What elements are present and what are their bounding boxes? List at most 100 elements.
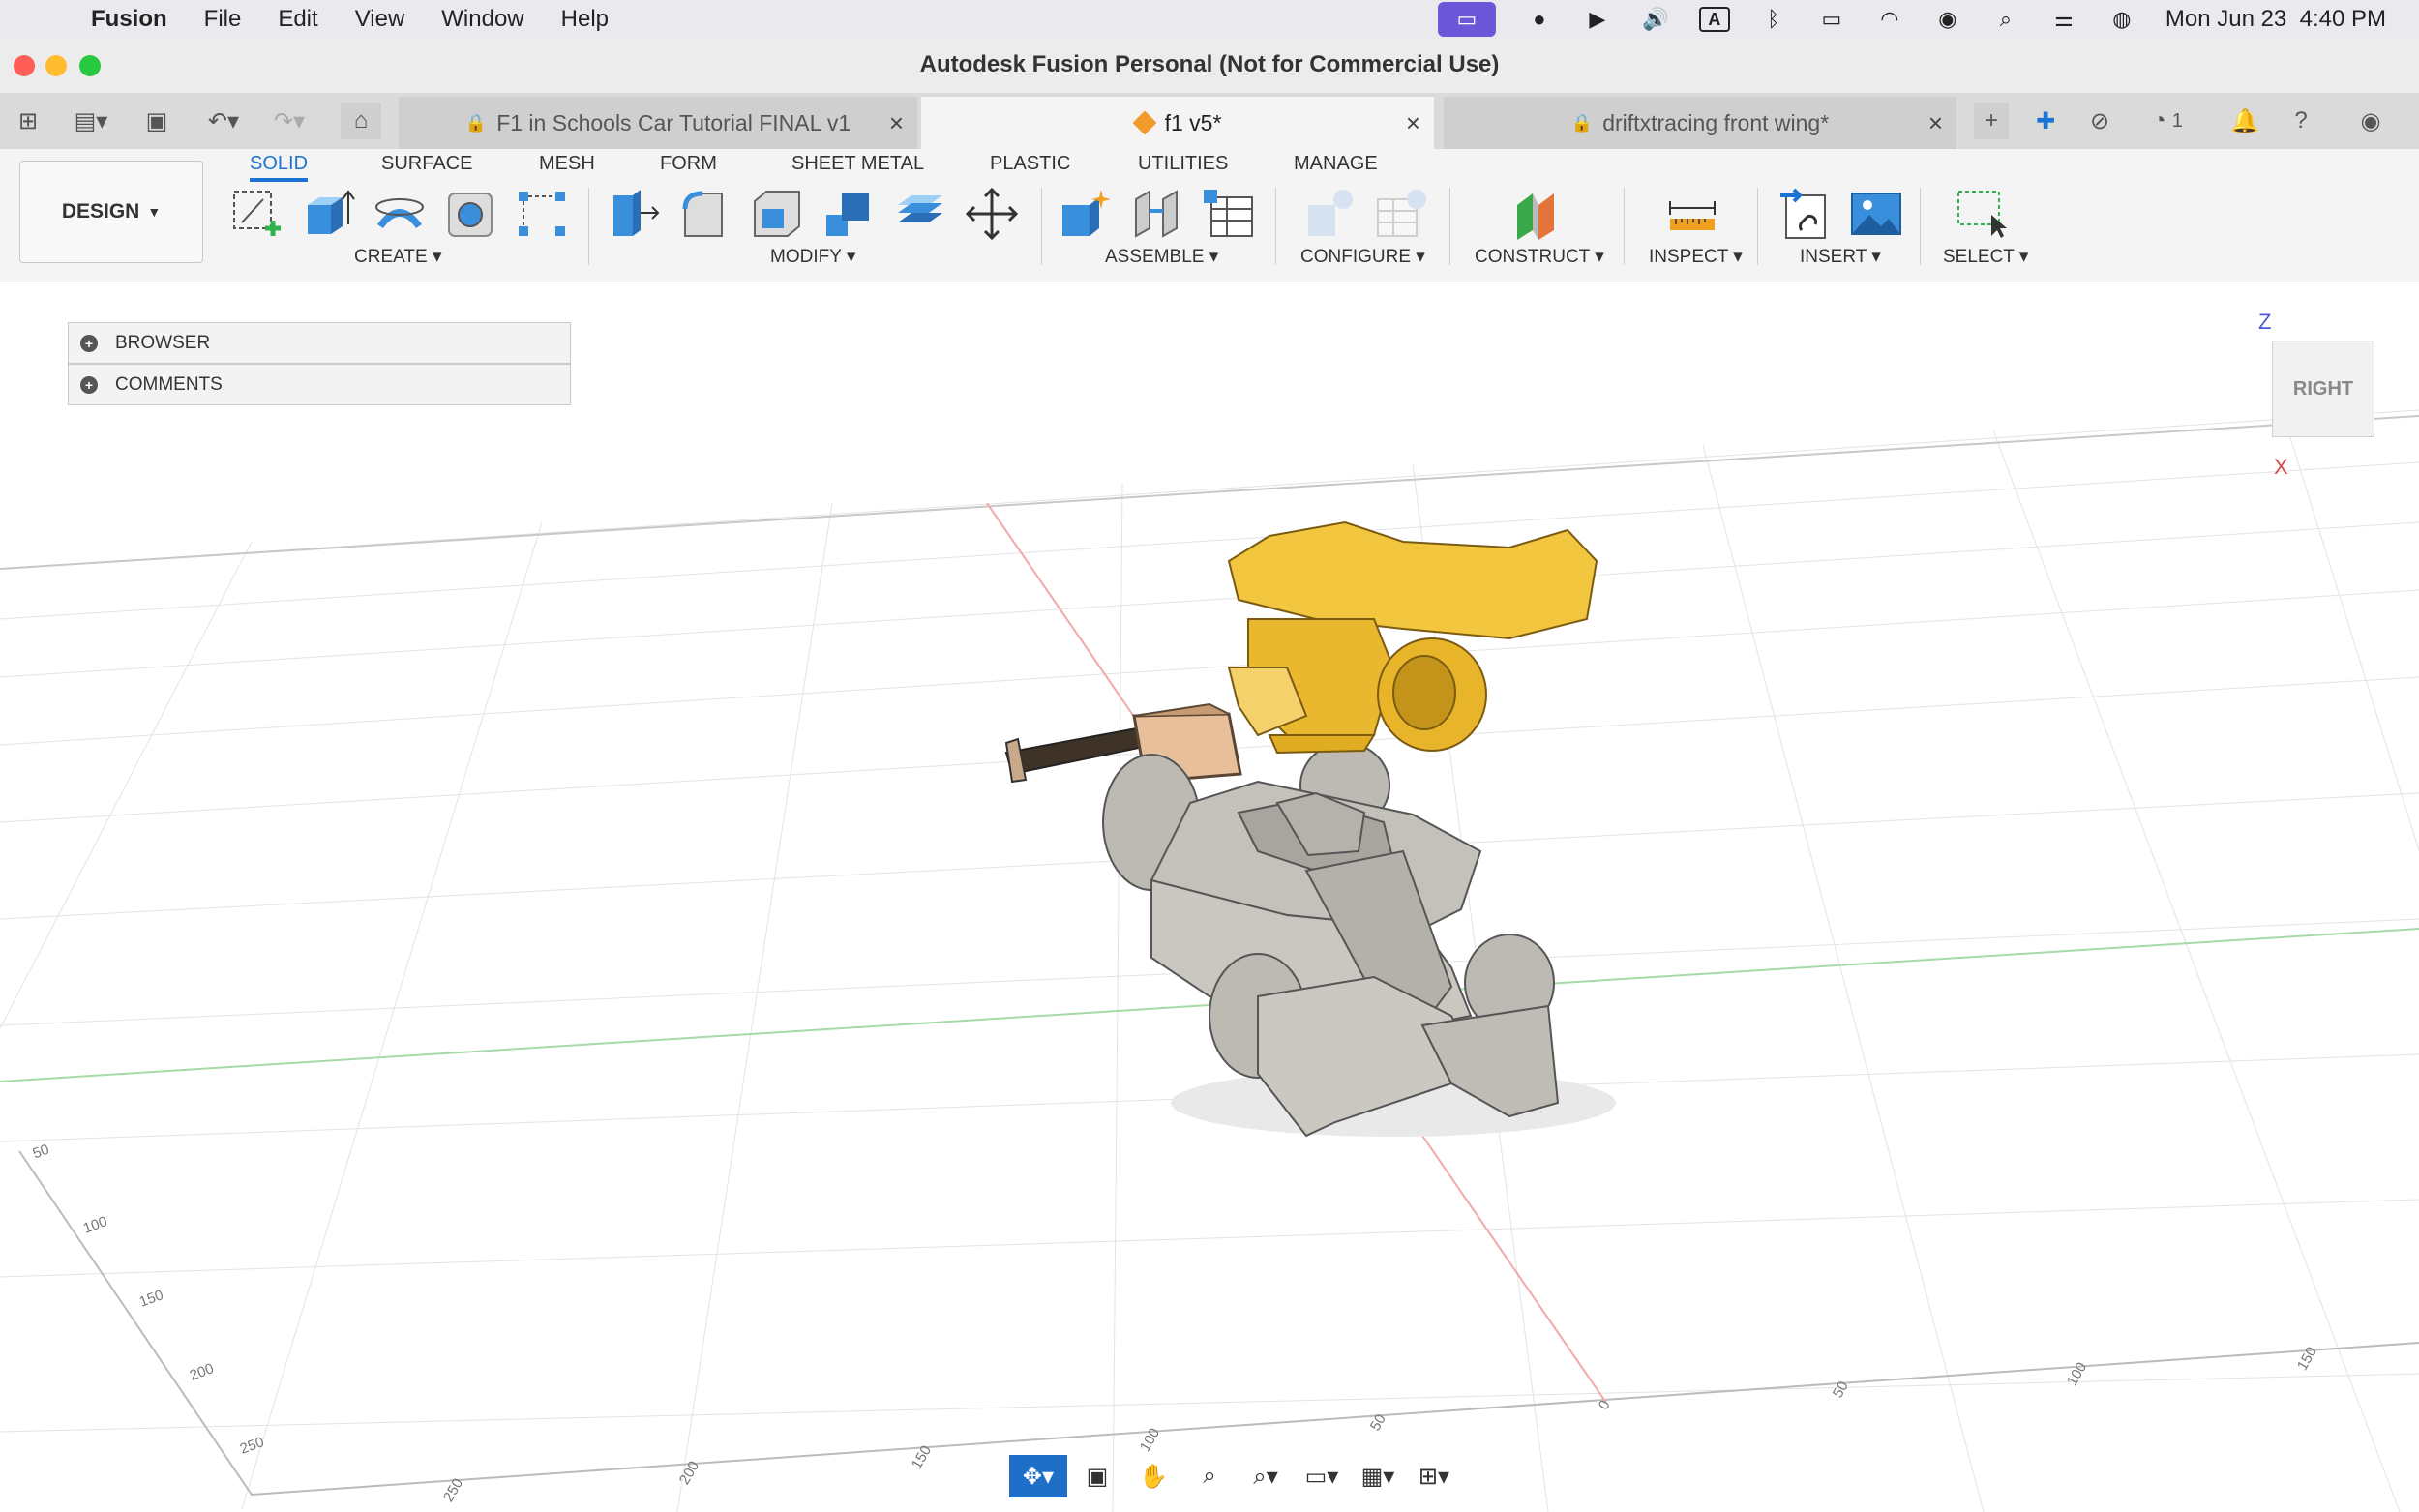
menu-view[interactable]: View [355,6,405,33]
browser-label: BROWSER [115,332,211,353]
configuration-table-icon[interactable] [1372,186,1428,242]
lock-icon: 🔒 [464,112,488,133]
joint-icon[interactable] [1128,186,1184,242]
profile-avatar[interactable]: ◉ [2349,103,2392,139]
orbit-icon[interactable]: ✥▾ [1009,1455,1067,1497]
extrude-icon[interactable] [300,186,356,242]
zoom-icon[interactable]: ⌕ [1183,1455,1236,1497]
construct-menu[interactable]: CONSTRUCT ▾ [1475,246,1604,268]
move-copy-icon[interactable] [964,186,1020,242]
create-menu[interactable]: CREATE ▾ [354,246,442,268]
file-menu-icon[interactable]: ▤▾ [64,103,118,139]
tab-sheet-metal[interactable]: SHEET METAL [791,149,924,178]
comments-panel[interactable]: + COMMENTS [68,364,571,405]
battery-icon[interactable]: ▭ [1817,7,1846,32]
new-tab-icon[interactable]: + [1974,103,2009,139]
tab-f1-in-schools[interactable]: 🔒 F1 in Schools Car Tutorial FINAL v1 × [399,97,917,149]
menu-help[interactable]: Help [561,6,609,33]
display-settings-icon[interactable]: ▭▾ [1296,1455,1348,1497]
redo-icon[interactable]: ↷▾ [263,103,315,139]
assemble-menu[interactable]: ASSEMBLE ▾ [1105,246,1218,268]
group-label: CONSTRUCT [1475,247,1590,267]
modify-menu[interactable]: MODIFY ▾ [770,246,855,268]
canvas-image-icon[interactable] [1848,186,1904,242]
menu-window[interactable]: Window [441,6,523,33]
user-icon[interactable]: ◉ [1933,7,1962,32]
offset-face-icon[interactable] [892,186,948,242]
3d-viewport[interactable]: 50 100 150 200 250 250 200 150 100 50 0 … [0,282,2419,1512]
close-tab-icon[interactable]: × [889,108,904,138]
pan-icon[interactable]: ✋ [1127,1455,1180,1497]
insert-derive-icon[interactable] [1777,186,1833,242]
bill-of-materials-icon[interactable] [1200,186,1256,242]
play-icon[interactable]: ▶ [1583,7,1612,32]
volume-icon[interactable]: 🔊 [1641,7,1670,32]
spotlight-search-icon[interactable]: ⌕ [1991,7,2020,32]
grid-settings-icon[interactable]: ▦▾ [1352,1455,1404,1497]
siri-icon[interactable]: ◍ [2107,7,2136,32]
hole-icon[interactable] [443,186,499,242]
combine-icon[interactable] [821,186,877,242]
workspace-label: DESIGN [61,200,140,222]
create-sketch-icon[interactable] [228,186,284,242]
inspect-menu[interactable]: INSPECT ▾ [1649,246,1743,268]
bluetooth-icon[interactable]: ᛒ [1759,7,1788,32]
toolbar: DESIGN ▼ SOLID SURFACE MESH FORM SHEET M… [0,149,2419,282]
menu-file[interactable]: File [204,6,242,33]
shell-icon[interactable] [749,186,805,242]
measure-icon[interactable] [1664,186,1720,242]
configure-component-icon[interactable] [1300,186,1357,242]
workspace-switcher[interactable]: DESIGN ▼ [19,161,203,263]
configure-menu[interactable]: CONFIGURE ▾ [1300,246,1425,268]
divider [1449,188,1450,265]
f1-car-model[interactable] [0,282,2419,1512]
tab-mesh[interactable]: MESH [539,149,595,178]
x-axis-label: X [2274,455,2288,479]
tab-plastic[interactable]: PLASTIC [990,149,1070,178]
tab-manage[interactable]: MANAGE [1294,149,1378,178]
select-menu[interactable]: SELECT ▾ [1943,246,2028,268]
expand-icon[interactable]: + [80,375,98,394]
chat-icon[interactable]: ● [1525,7,1554,32]
viewcube[interactable]: Z RIGHT X [2245,310,2400,484]
extensions-icon[interactable]: ✚ [2028,103,2063,139]
expand-icon[interactable]: + [80,334,98,352]
tab-solid[interactable]: SOLID [250,149,309,182]
tab-form[interactable]: FORM [660,149,717,178]
tab-utilities[interactable]: UTILITIES [1138,149,1228,178]
control-center-icon[interactable]: ⚌ [2049,7,2078,32]
help-icon[interactable]: ? [2284,103,2318,139]
press-pull-icon[interactable] [606,186,662,242]
notifications-icon[interactable]: 🔔 [2227,103,2262,139]
close-tab-icon[interactable]: × [1928,108,1943,138]
wifi-icon[interactable]: ◠ [1875,7,1904,32]
fit-icon[interactable]: ⌕▾ [1239,1455,1292,1497]
apps-grid-icon[interactable]: ⊞ [12,103,45,139]
new-component-icon[interactable] [1057,186,1113,242]
screen-share-icon[interactable]: ▭ [1437,2,1496,37]
tab-surface[interactable]: SURFACE [381,149,472,178]
menubar-clock[interactable]: Mon Jun 23 4:40 PM [2165,6,2386,33]
undo-icon[interactable]: ↶▾ [197,103,250,139]
close-tab-icon[interactable]: × [1406,108,1420,138]
window-select-icon[interactable] [1953,186,2009,242]
insert-menu[interactable]: INSERT ▾ [1800,246,1881,268]
tab-driftxtracing-front-wing[interactable]: 🔒 driftxtracing front wing* × [1444,97,1956,149]
tab-f1-v5[interactable]: f1 v5* × [921,97,1434,149]
job-status-icon[interactable]: ◔ 1 [2138,103,2196,139]
app-menu[interactable]: Fusion [91,6,167,33]
group-label: SELECT [1943,247,2015,267]
browser-panel[interactable]: + BROWSER [68,322,571,364]
look-at-icon[interactable]: ▣ [1071,1455,1123,1497]
pattern-icon[interactable] [515,186,571,242]
viewports-icon[interactable]: ⊞▾ [1408,1455,1460,1497]
revolve-icon[interactable] [372,186,428,242]
offline-icon[interactable]: ⊘ [2082,103,2117,139]
home-icon[interactable]: ⌂ [341,103,381,139]
construct-plane-icon[interactable] [1509,186,1566,242]
save-icon[interactable]: ▣ [139,103,174,139]
menu-edit[interactable]: Edit [278,6,317,33]
viewcube-face[interactable]: RIGHT [2272,341,2374,437]
fillet-icon[interactable] [677,186,733,242]
input-source-icon[interactable]: A [1698,7,1730,32]
